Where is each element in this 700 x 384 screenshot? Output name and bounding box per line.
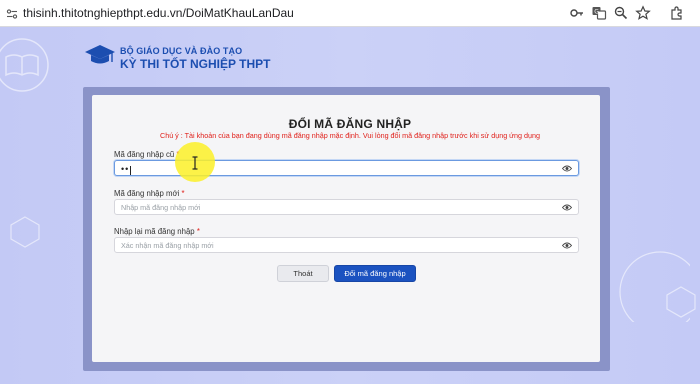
confirm-password-label: Nhập lại mã đăng nhập * [114, 227, 200, 236]
confirm-password-input[interactable]: Xác nhận mã đăng nhập mới [114, 237, 579, 253]
browser-address-bar: thisinh.thitotnghiepthpt.edu.vn/DoiMatKh… [0, 0, 700, 27]
eye-icon[interactable] [562, 164, 572, 173]
text-caret [130, 165, 132, 175]
translate-icon[interactable]: G [591, 5, 607, 21]
page-title: ĐỔI MÃ ĐĂNG NHẬP [288, 117, 412, 131]
text-cursor-icon [192, 156, 198, 170]
bookmark-star-icon[interactable] [635, 5, 651, 21]
eye-icon[interactable] [562, 241, 572, 250]
extensions-icon[interactable] [669, 5, 685, 21]
url-text[interactable]: thisinh.thitotnghiepthpt.edu.vn/DoiMatKh… [23, 6, 294, 20]
password-key-icon[interactable] [569, 5, 585, 21]
new-password-label: Mã đăng nhập mới * [114, 189, 185, 198]
zoom-icon[interactable] [613, 5, 629, 21]
book-decoration-icon [0, 38, 49, 92]
graduation-cap-icon [85, 45, 115, 64]
old-password-label: Mã đăng nhập cũ * [114, 150, 179, 159]
confirm-password-placeholder: Xác nhận mã đăng nhập mới [121, 241, 214, 250]
eye-icon[interactable] [562, 203, 572, 212]
svg-text:G: G [594, 9, 599, 16]
exam-name: KỲ THI TỐT NGHIỆP THPT [120, 57, 271, 71]
hexagon-decoration-icon [10, 216, 40, 248]
new-password-input[interactable]: Nhập mã đăng nhập mới [114, 199, 579, 215]
exit-button[interactable]: Thoát [277, 265, 329, 282]
new-password-placeholder: Nhập mã đăng nhập mới [121, 203, 201, 212]
old-password-value: •• [121, 164, 130, 174]
change-password-button[interactable]: Đổi mã đăng nhập [334, 265, 416, 282]
warning-note: Chú ý : Tài khoản của bạn đang dùng mã đ… [160, 131, 540, 140]
ministry-name: BỘ GIÁO DỤC VÀ ĐÀO TẠO [120, 46, 243, 56]
circle-decoration-icon [619, 251, 690, 322]
site-settings-icon[interactable] [6, 7, 18, 19]
